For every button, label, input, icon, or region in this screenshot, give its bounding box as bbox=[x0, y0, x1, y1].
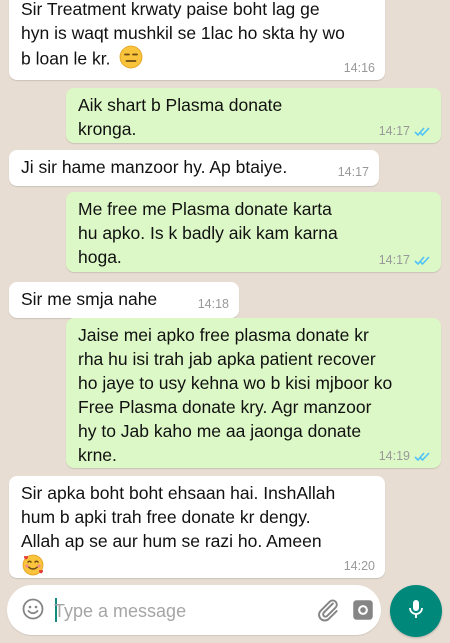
message-meta: 14:17 bbox=[379, 253, 431, 267]
message-composer bbox=[7, 585, 381, 635]
message-time: 14:18 bbox=[197, 297, 229, 311]
camera-icon[interactable] bbox=[350, 597, 376, 628]
message-input[interactable] bbox=[52, 595, 286, 627]
chat-area: Sir Treatment krwaty paise boht lag ge h… bbox=[0, 0, 450, 580]
message-text: Sir me smja nahe bbox=[21, 289, 158, 309]
message-text: Sir Treatment krwaty paise boht lag ge h… bbox=[21, 0, 345, 69]
message-time: 14:16 bbox=[343, 61, 375, 75]
message-incoming[interactable]: Ji sir hame manzoor hy. Ap btaiye. 14:17 bbox=[9, 150, 379, 186]
message-meta: 14:16 bbox=[344, 61, 375, 75]
message-text: Ji sir hame manzoor hy. Ap btaiye. bbox=[21, 157, 288, 177]
message-outgoing[interactable]: Jaise mei apko free plasma donate kr rha… bbox=[66, 318, 441, 468]
message-meta: 14:18 bbox=[198, 297, 229, 311]
message-meta: 14:20 bbox=[344, 559, 375, 573]
message-outgoing[interactable]: Aik shart b Plasma donate kronga. 14:17 bbox=[66, 88, 441, 143]
message-time: 14:20 bbox=[343, 559, 375, 573]
message-text: Sir apka boht boht ehsaan hai. InshAllah… bbox=[21, 483, 336, 551]
message-incoming[interactable]: Sir me smja nahe 14:18 bbox=[9, 282, 239, 318]
smiley-icon[interactable] bbox=[21, 597, 45, 626]
smiling-face-with-hearts-emoji bbox=[21, 553, 45, 583]
message-incoming[interactable]: Sir apka boht boht ehsaan hai. InshAllah… bbox=[9, 476, 385, 578]
message-time: 14:17 bbox=[337, 165, 369, 179]
message-time: 14:17 bbox=[378, 253, 410, 267]
message-time: 14:17 bbox=[378, 124, 410, 138]
double-check-icon bbox=[414, 255, 430, 265]
message-meta: 14:17 bbox=[338, 165, 369, 179]
message-time: 14:19 bbox=[378, 449, 410, 463]
message-text: Jaise mei apko free plasma donate kr rha… bbox=[78, 325, 393, 465]
double-check-icon bbox=[414, 126, 430, 136]
message-meta: 14:17 bbox=[379, 124, 431, 138]
message-text: Aik shart b Plasma donate kronga. bbox=[78, 95, 283, 139]
emoji-line bbox=[21, 553, 373, 577]
microphone-icon bbox=[404, 597, 428, 626]
paperclip-icon[interactable] bbox=[315, 597, 341, 628]
expressionless-face-emoji bbox=[119, 45, 143, 75]
message-text: Me free me Plasma donate karta hu apko. … bbox=[78, 199, 338, 267]
message-meta: 14:19 bbox=[379, 449, 431, 463]
message-incoming[interactable]: Sir Treatment krwaty paise boht lag ge h… bbox=[9, 0, 385, 80]
double-check-icon bbox=[414, 451, 430, 461]
microphone-button[interactable] bbox=[390, 585, 442, 637]
message-outgoing[interactable]: Me free me Plasma donate karta hu apko. … bbox=[66, 192, 441, 272]
